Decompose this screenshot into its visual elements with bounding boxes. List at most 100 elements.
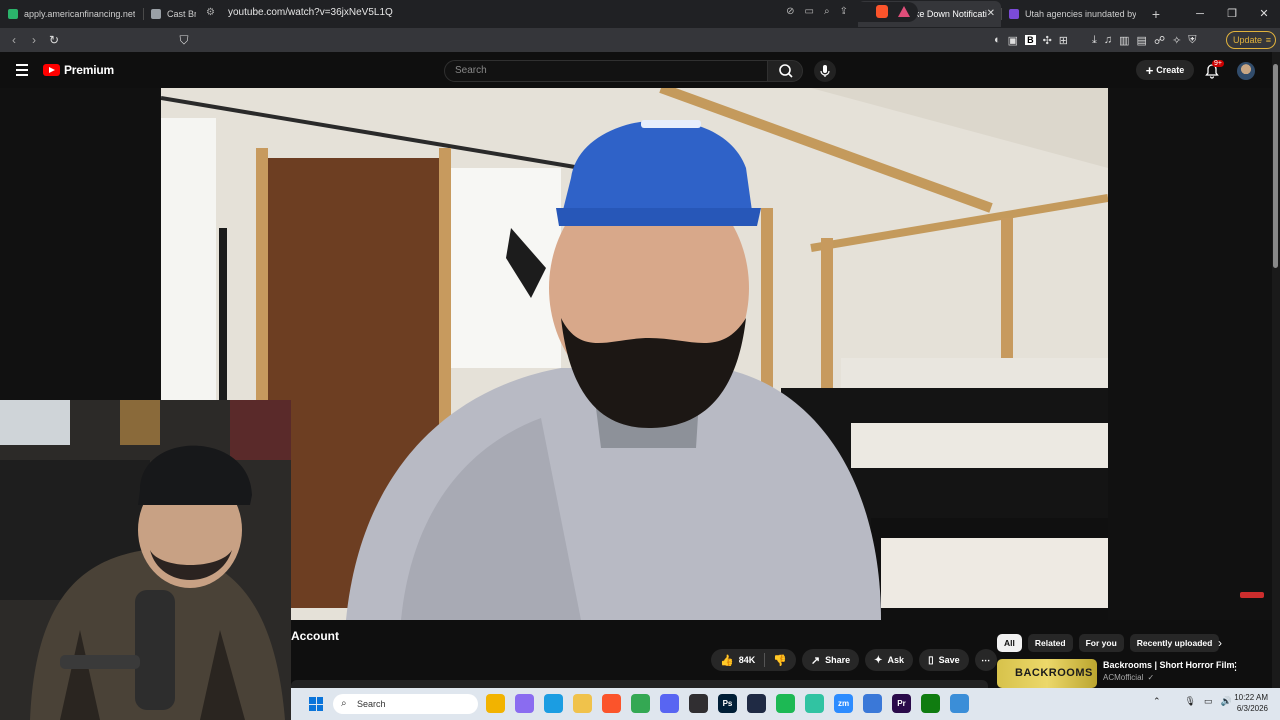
like-button[interactable]: 👍 84K 👎 [711,649,796,671]
americanfinancing-favicon [8,9,18,19]
chevron-up-icon[interactable]: ⌃ [1153,696,1161,707]
youtube-header: Premium Search + Create 9+ [0,52,1280,88]
chrome-icon[interactable] [631,694,650,713]
plus-icon: + [1145,62,1154,78]
sidebar-icon[interactable]: ▥ [1119,34,1129,47]
taskbar-search-input[interactable]: ⌕ Search [333,694,478,714]
notification-count-badge: 9+ [1212,60,1224,67]
tab-search-icon[interactable]: ⊞ [1059,34,1068,47]
recommended-video-thumbnail[interactable]: BACKROOMS [997,659,1097,688]
url-field[interactable]: ⚙ youtube.com/watch?v=36jxNeV5L1Q ⊘ ▭ ⌕ … [196,2,918,22]
close-window-icon[interactable]: ✕ [1248,0,1280,28]
forward-icon[interactable]: › [24,33,44,47]
verified-icon: ✓ [1147,673,1155,682]
volume-icon[interactable]: 🔊 [1221,696,1232,707]
vpn-icon[interactable]: ⛨ [1188,34,1196,47]
avatar[interactable] [1237,62,1255,80]
recommended-channel[interactable]: ACMofficial ✓ [1103,673,1154,682]
windows-start-icon[interactable] [309,697,323,711]
bookmark-icon[interactable]: ⛉ [174,33,194,48]
search-icon: ⌕ [341,698,347,709]
webcam-overlay [0,400,291,720]
snipping-icon[interactable] [863,694,882,713]
chip-recently-uploaded[interactable]: Recently uploaded [1129,634,1220,652]
file-explorer-icon[interactable] [486,694,505,713]
reload-icon[interactable]: ↻ [44,33,64,47]
edge-icon[interactable] [544,694,563,713]
menu-hamburger-icon[interactable] [16,64,28,79]
extension-icons: ◐ ▣ B ✣ ⊞ ⤓ ♫ ▥ ▤ ☍ ✧ ⛨ [994,28,1197,52]
puzzle-icon[interactable]: ✣ [1043,34,1052,47]
url-action-icons: ⊘ ▭ ⌕ ⇪ [786,6,848,17]
scrollbar-thumb[interactable] [1273,64,1278,268]
wallet-2-icon[interactable]: ▤ [1137,34,1147,47]
video-actions: 👍 84K 👎 ↗ Share ✦ Ask ▯ Save ⋯ [711,649,997,671]
extensions-icon[interactable]: ☍ [1154,34,1165,47]
search-button[interactable] [767,60,803,82]
back-icon[interactable]: ‹ [4,33,24,47]
spotify-icon[interactable] [776,694,795,713]
close-tab-icon[interactable]: ✕ [987,8,995,19]
webcam-image [0,400,291,720]
streamlabs-icon[interactable] [805,694,824,713]
notepad-icon[interactable] [950,694,969,713]
theater-backdrop-right [1108,88,1272,620]
live-indicator [1240,592,1264,598]
browser-tab[interactable]: Utah agencies inundated by ca [1001,1,1144,27]
update-button[interactable]: Update ≡ [1226,31,1276,49]
more-vertical-icon[interactable]: ⋮ [1230,660,1241,673]
browser-tab[interactable]: apply.americanfinancing.net/tr [0,1,143,27]
eye-off-icon[interactable]: ⊘ [786,6,794,17]
chevron-right-icon[interactable]: › [1218,636,1222,650]
share-icon: ↗ [810,654,821,667]
youtube-logo[interactable]: Premium [43,63,114,77]
more-horizontal-icon: ⋯ [981,654,991,665]
premiere-icon[interactable]: Pr [892,694,911,713]
minimize-icon[interactable]: ─ [1184,0,1216,28]
b-extension-icon[interactable]: B [1025,35,1036,45]
discord-icon[interactable] [660,694,679,713]
download-icon[interactable]: ⤓ [1092,34,1097,47]
cast-icon[interactable]: ▭ [805,6,814,17]
music-icon[interactable]: ♫ [1104,34,1112,46]
copilot-icon[interactable] [515,694,534,713]
url-text: youtube.com/watch?v=36jxNeV5L1Q [228,6,393,18]
rewards-icon[interactable] [898,6,910,17]
maximize-icon[interactable]: ❐ [1216,0,1248,28]
chip-for-you[interactable]: For you [1078,634,1124,652]
new-tab-icon[interactable]: + [1144,6,1168,22]
chip-all[interactable]: All [997,634,1022,652]
mic-tray-icon[interactable]: 🎙 [1185,696,1196,707]
share-button[interactable]: ↗ Share [801,649,860,671]
create-button[interactable]: + Create [1136,60,1194,80]
folder-icon[interactable] [573,694,592,713]
video-player[interactable] [161,88,1108,620]
zoom-icon[interactable]: ⌕ [824,6,830,17]
more-actions-button[interactable]: ⋯ [974,649,997,671]
purple-favicon [1009,9,1019,19]
ai-icon[interactable]: ✧ [1172,34,1181,47]
bookmark-save-icon: ▯ [928,654,934,666]
leo-icon[interactable]: ◐ [994,34,1001,46]
voice-search-button[interactable] [814,60,836,82]
site-settings-icon[interactable]: ⚙ [206,7,218,18]
wallet-icon[interactable]: ▣ [1008,34,1018,47]
share-page-icon[interactable]: ⇪ [840,6,848,17]
brave-icon[interactable] [602,694,621,713]
clock[interactable]: 10:22 AM 6/3/2026 [1232,692,1268,714]
ask-button[interactable]: ✦ Ask [865,649,914,671]
search-input[interactable]: Search [444,60,768,82]
photoshop-icon[interactable]: Ps [718,694,737,713]
scroll-panel-edge [291,680,988,688]
save-button[interactable]: ▯ Save [919,649,969,671]
thumbs-down-icon[interactable]: 👎 [773,654,787,667]
zoom-icon[interactable]: zm [834,694,853,713]
chip-related[interactable]: Related [1027,634,1073,652]
brave-shield-icon[interactable] [876,5,888,18]
network-icon[interactable]: ▭ [1204,696,1213,707]
channel-name[interactable]: Account [291,629,339,643]
obs-icon[interactable] [689,694,708,713]
xbox-icon[interactable] [921,694,940,713]
recommended-video-title[interactable]: Backrooms | Short Horror Film [1103,660,1235,670]
app-icon[interactable] [747,694,766,713]
